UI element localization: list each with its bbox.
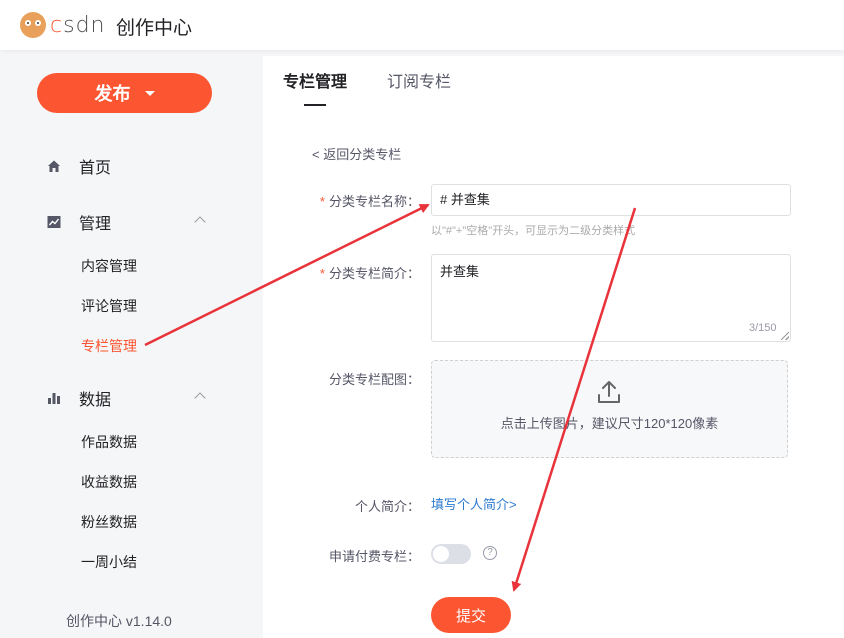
image-upload-area[interactable]: 点击上传图片，建议尺寸120*120像素 xyxy=(431,360,788,458)
sidebar-item-income-data[interactable]: 收益数据 xyxy=(81,472,137,492)
bar-chart-icon xyxy=(48,393,60,404)
sidebar-item-home[interactable]: 首页 xyxy=(46,154,111,178)
paid-column-toggle[interactable] xyxy=(431,544,471,564)
sidebar-item-content-manage[interactable]: 内容管理 xyxy=(81,256,137,276)
version-label: 创作中心 v1.14.0 xyxy=(66,613,172,629)
publish-button[interactable]: 发布 xyxy=(37,73,212,113)
upload-icon xyxy=(598,381,620,403)
top-bar: csdn 创作中心 xyxy=(0,0,844,50)
monkey-logo-icon xyxy=(20,12,46,38)
sidebar-item-comment-manage[interactable]: 评论管理 xyxy=(81,296,137,316)
sidebar-item-works-data[interactable]: 作品数据 xyxy=(81,432,137,452)
sidebar-item-column-manage[interactable]: 专栏管理 xyxy=(81,336,137,356)
chart-trend-icon xyxy=(47,216,61,228)
fill-personal-intro-link[interactable]: 填写个人简介> xyxy=(431,494,517,513)
chevron-up-icon[interactable] xyxy=(194,216,206,228)
column-intro-textarea[interactable]: 并查集 xyxy=(431,254,791,342)
upload-hint-text: 点击上传图片，建议尺寸120*120像素 xyxy=(500,416,719,431)
help-icon[interactable]: ? xyxy=(483,546,497,560)
column-name-label: * 分类专栏名称： xyxy=(319,194,420,209)
csdn-logo[interactable]: csdn xyxy=(20,12,105,38)
intro-char-counter: 3/150 xyxy=(749,322,777,334)
sidebar-item-manage-label: 管理 xyxy=(79,216,112,233)
column-intro-label: * 分类专栏简介： xyxy=(319,266,420,281)
active-tab-indicator xyxy=(304,104,326,106)
publish-button-label: 发布 xyxy=(94,84,131,104)
column-name-hint: 以"#"+"空格"开头，可显示为二级分类样式 xyxy=(431,225,636,237)
paid-column-label: 申请付费专栏： xyxy=(328,549,420,564)
sidebar-item-data-label: 数据 xyxy=(79,392,112,409)
personal-intro-label: 个人简介： xyxy=(354,499,420,514)
main-panel: 专栏管理 订阅专栏 < 返回分类专栏 * 分类专栏名称： # 并查集 以"#"+"… xyxy=(263,56,844,638)
required-marker: * xyxy=(319,266,325,281)
column-image-label: 分类专栏配图： xyxy=(328,372,420,387)
tab-subscribed-columns[interactable]: 订阅专栏 xyxy=(387,68,451,92)
caret-down-icon xyxy=(144,90,155,96)
resize-handle-icon[interactable] xyxy=(781,332,789,340)
tab-column-manage[interactable]: 专栏管理 xyxy=(283,68,347,92)
sidebar-item-fans-data[interactable]: 粉丝数据 xyxy=(81,512,137,532)
required-marker: * xyxy=(319,194,325,209)
sidebar-item-manage[interactable]: 管理 xyxy=(46,210,111,234)
sidebar: 发布 首页 管理 内容管理 评论管理 专栏管理 数据 作品数据 收益数据 粉丝数… xyxy=(0,56,263,638)
sidebar-item-weekly-summary[interactable]: 一周小结 xyxy=(81,552,137,572)
logo-wordmark: csdn xyxy=(50,12,106,38)
submit-button[interactable]: 提交 xyxy=(431,597,511,633)
sidebar-item-data[interactable]: 数据 xyxy=(46,386,111,410)
chevron-up-icon[interactable] xyxy=(194,392,206,404)
home-icon xyxy=(48,160,60,172)
page-title: 创作中心 xyxy=(116,18,193,39)
back-to-columns-link[interactable]: < 返回分类专栏 xyxy=(312,144,401,163)
column-name-input[interactable]: # 并查集 xyxy=(431,184,791,216)
sidebar-item-home-label: 首页 xyxy=(79,160,112,177)
